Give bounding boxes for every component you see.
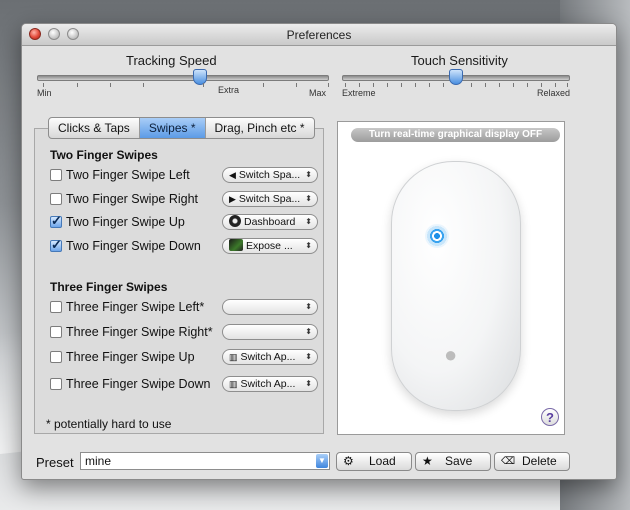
popup-value: Dashboard	[244, 216, 296, 228]
footnote: * potentially hard to use	[46, 417, 172, 431]
tab-swipes[interactable]: Swipes *	[139, 118, 206, 138]
toggle-graphical-display-button[interactable]: Turn real-time graphical display OFF	[351, 128, 560, 142]
title-bar[interactable]: Preferences	[22, 24, 616, 46]
tracking-speed-label: Tracking Speed	[126, 53, 217, 68]
help-button[interactable]: ?	[541, 408, 559, 426]
three-finger-swipe-up-checkbox[interactable]	[50, 351, 62, 363]
touch-min-label: Extreme	[342, 88, 376, 98]
popup-value: Switch Ap...	[240, 351, 296, 363]
tab-bar: Clicks & Taps Swipes * Drag, Pinch etc *	[48, 117, 315, 139]
two-finger-swipe-down-label: Two Finger Swipe Down	[66, 239, 201, 253]
tracking-speed-track[interactable]	[37, 75, 329, 81]
gear-icon: ⚙	[343, 454, 354, 468]
popup-arrows-icon: ⬍	[305, 241, 312, 250]
two-finger-swipe-left-label: Two Finger Swipe Left	[66, 168, 190, 182]
touch-max-label: Relaxed	[537, 88, 571, 98]
popup-value: Switch Spa...	[238, 169, 301, 181]
two-finger-swipe-down-popup[interactable]: Expose ... ⬍	[222, 238, 318, 254]
tracking-speed-knob[interactable]	[193, 69, 207, 85]
three-finger-swipe-right-popup[interactable]: ⬍	[222, 324, 318, 340]
popup-arrows-icon: ⬍	[305, 352, 312, 361]
preferences-window: Preferences Tracking Speed Min Extra Max…	[21, 23, 617, 480]
two-finger-swipe-up-popup[interactable]: Dashboard ⬍	[222, 214, 318, 230]
dashboard-icon	[229, 215, 241, 227]
three-finger-swipe-left-label: Three Finger Swipe Left*	[66, 300, 205, 314]
two-finger-heading: Two Finger Swipes	[50, 148, 158, 162]
three-finger-swipe-right-row: Three Finger Swipe Right* ⬍	[50, 324, 320, 342]
save-button-label: Save	[445, 454, 473, 468]
two-finger-swipe-up-label: Two Finger Swipe Up	[66, 215, 185, 229]
two-finger-swipe-right-checkbox[interactable]	[50, 193, 62, 205]
load-button-label: Load	[369, 454, 396, 468]
touch-sensitivity-label: Touch Sensitivity	[411, 53, 508, 68]
left-triangle-icon: ◀	[229, 170, 236, 180]
popup-arrows-icon: ⬍	[305, 327, 312, 336]
three-finger-swipe-down-checkbox[interactable]	[50, 378, 62, 390]
preset-dropdown-arrow-icon[interactable]: ▼	[316, 454, 328, 468]
two-finger-swipe-up-checkbox[interactable]	[50, 213, 62, 229]
touch-point-icon	[425, 224, 449, 248]
popup-arrows-icon: ⬍	[305, 194, 312, 203]
app-switcher-icon: ▥	[229, 352, 238, 362]
two-finger-swipe-down-row: Two Finger Swipe Down Expose ... ⬍	[50, 237, 320, 256]
three-finger-swipe-right-checkbox[interactable]	[50, 326, 62, 338]
two-finger-swipe-up-row: Two Finger Swipe Up Dashboard ⬍	[50, 213, 320, 232]
popup-arrows-icon: ⬍	[305, 217, 312, 226]
three-finger-swipe-left-popup[interactable]: ⬍	[222, 299, 318, 315]
tracking-max-label: Max	[309, 88, 327, 98]
two-finger-swipe-right-popup[interactable]: ▶ Switch Spa... ⬍	[222, 191, 318, 207]
three-finger-swipe-up-row: Three Finger Swipe Up ▥ Switch Ap... ⬍	[50, 349, 320, 367]
tracking-extra-label: Extra	[218, 85, 240, 95]
three-finger-swipe-left-row: Three Finger Swipe Left* ⬍	[50, 299, 320, 317]
two-finger-swipe-down-checkbox[interactable]	[50, 237, 62, 253]
load-button[interactable]: ⚙ Load	[336, 452, 412, 471]
two-finger-swipe-right-row: Two Finger Swipe Right ▶ Switch Spa... ⬍	[50, 191, 320, 209]
star-icon: ★	[422, 454, 433, 468]
two-finger-swipe-right-label: Two Finger Swipe Right	[66, 192, 199, 206]
app-switcher-icon: ▥	[229, 379, 238, 389]
two-finger-swipe-left-row: Two Finger Swipe Left ◀ Switch Spa... ⬍	[50, 167, 320, 185]
delete-button-label: Delete	[522, 454, 557, 468]
expose-icon	[229, 239, 243, 251]
three-finger-swipe-down-label: Three Finger Swipe Down	[66, 377, 211, 391]
touch-sensitivity-knob[interactable]	[449, 69, 463, 85]
two-finger-swipe-left-popup[interactable]: ◀ Switch Spa... ⬍	[222, 167, 318, 183]
tab-clicks-taps[interactable]: Clicks & Taps	[49, 118, 140, 138]
preset-label: Preset	[36, 455, 74, 470]
popup-arrows-icon: ⬍	[305, 170, 312, 179]
popup-arrows-icon: ⬍	[305, 379, 312, 388]
right-triangle-icon: ▶	[229, 194, 236, 204]
popup-value: Switch Spa...	[238, 193, 301, 205]
magic-mouse-image	[391, 161, 521, 411]
three-finger-swipe-down-row: Three Finger Swipe Down ▥ Switch Ap... ⬍	[50, 376, 320, 394]
three-finger-swipe-right-label: Three Finger Swipe Right*	[66, 325, 213, 339]
window-title: Preferences	[286, 28, 352, 42]
popup-value: Expose ...	[246, 240, 293, 252]
delete-button[interactable]: ⌫ Delete	[494, 452, 570, 471]
preset-combo-field[interactable]: mine	[80, 452, 330, 470]
popup-arrows-icon: ⬍	[305, 302, 312, 311]
delete-key-icon: ⌫	[501, 456, 516, 467]
two-finger-swipe-left-checkbox[interactable]	[50, 169, 62, 181]
save-button[interactable]: ★ Save	[415, 452, 491, 471]
tab-drag-pinch[interactable]: Drag, Pinch etc *	[206, 118, 314, 138]
three-finger-swipe-up-popup[interactable]: ▥ Switch Ap... ⬍	[222, 349, 318, 365]
popup-value: Switch Ap...	[240, 378, 296, 390]
three-finger-swipe-left-checkbox[interactable]	[50, 301, 62, 313]
apple-logo-icon: ●	[444, 342, 458, 367]
three-finger-swipe-up-label: Three Finger Swipe Up	[66, 350, 195, 364]
three-finger-heading: Three Finger Swipes	[50, 280, 168, 294]
three-finger-swipe-down-popup[interactable]: ▥ Switch Ap... ⬍	[222, 376, 318, 392]
tracking-min-label: Min	[37, 88, 52, 98]
